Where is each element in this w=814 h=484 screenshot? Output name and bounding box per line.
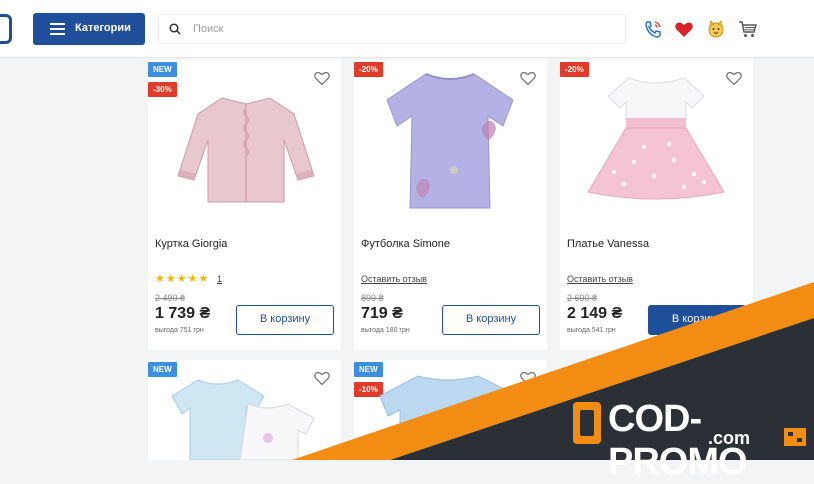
promo-domain-text: .com [708, 428, 751, 448]
promo-watermark-banner [292, 282, 814, 460]
